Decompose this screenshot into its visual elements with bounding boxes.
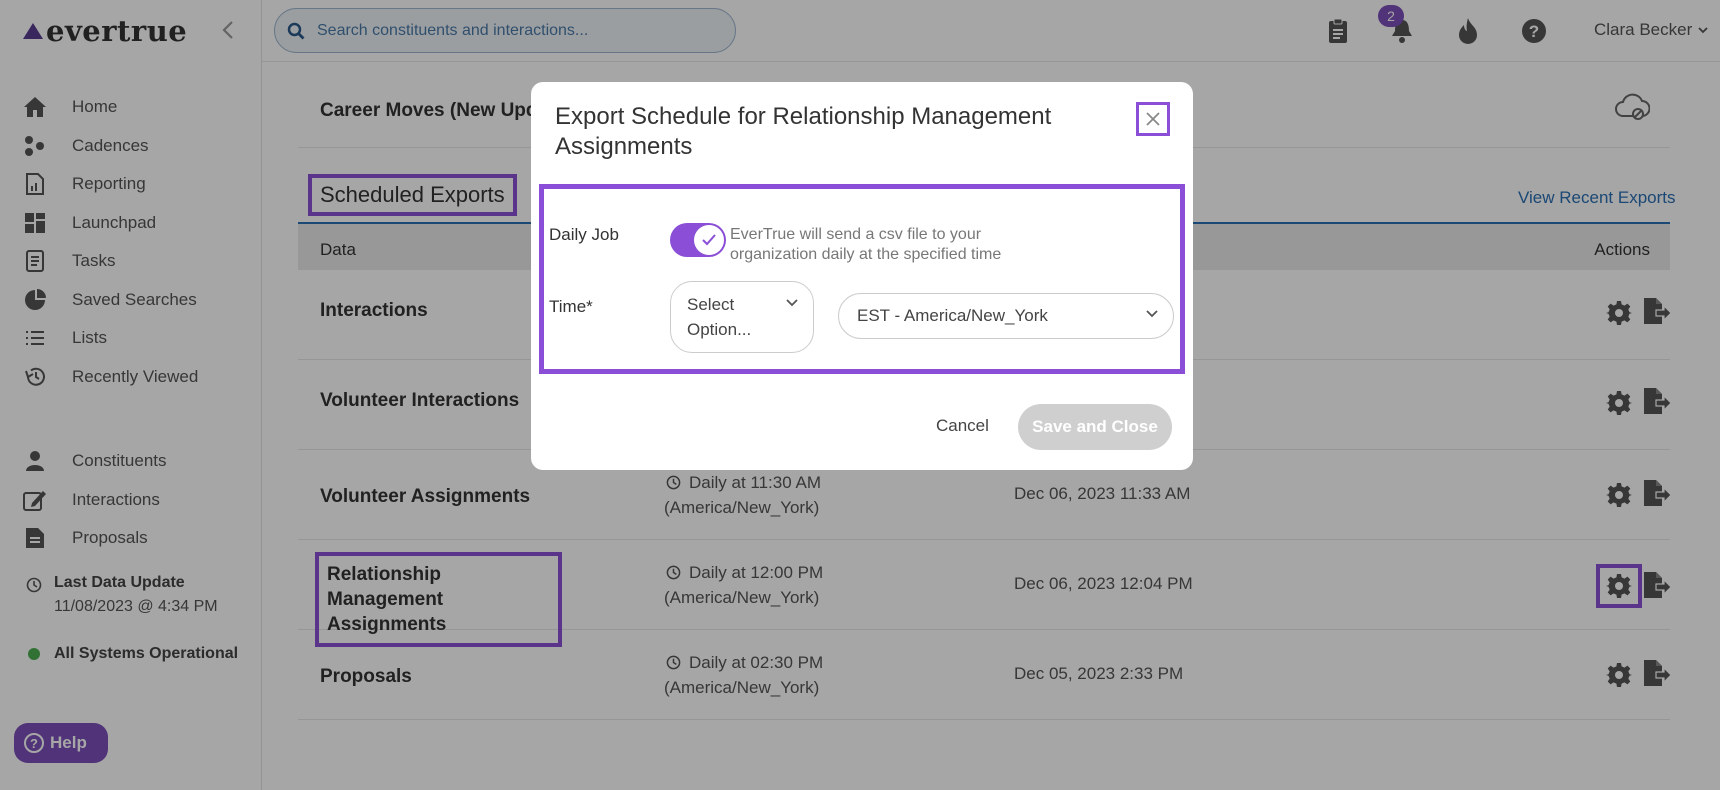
toggle-knob [694,225,724,255]
close-icon [1146,112,1160,126]
export-schedule-modal: Export Schedule for Relationship Managem… [531,82,1193,470]
schedule-settings: Daily Job EverTrue will send a csv file … [539,184,1185,374]
save-and-close-button[interactable]: Save and Close [1018,404,1172,450]
cancel-button[interactable]: Cancel [936,416,989,436]
daily-job-description: EverTrue will send a csv file to your or… [730,226,1002,263]
daily-job-toggle[interactable] [670,223,726,257]
chevron-down-icon [786,299,798,307]
daily-job-label: Daily Job [549,225,619,244]
chevron-down-icon [1146,310,1158,318]
timezone-select[interactable]: EST - America/New_York [838,293,1174,339]
close-button[interactable] [1136,102,1170,136]
time-label: Time* [549,297,593,316]
checkmark-icon [702,234,716,246]
timezone-select-value: EST - America/New_York [857,306,1048,325]
modal-title: Export Schedule for Relationship Managem… [555,103,1052,160]
time-select-value: Select Option... [687,295,752,339]
time-select[interactable]: Select Option... [670,281,814,353]
